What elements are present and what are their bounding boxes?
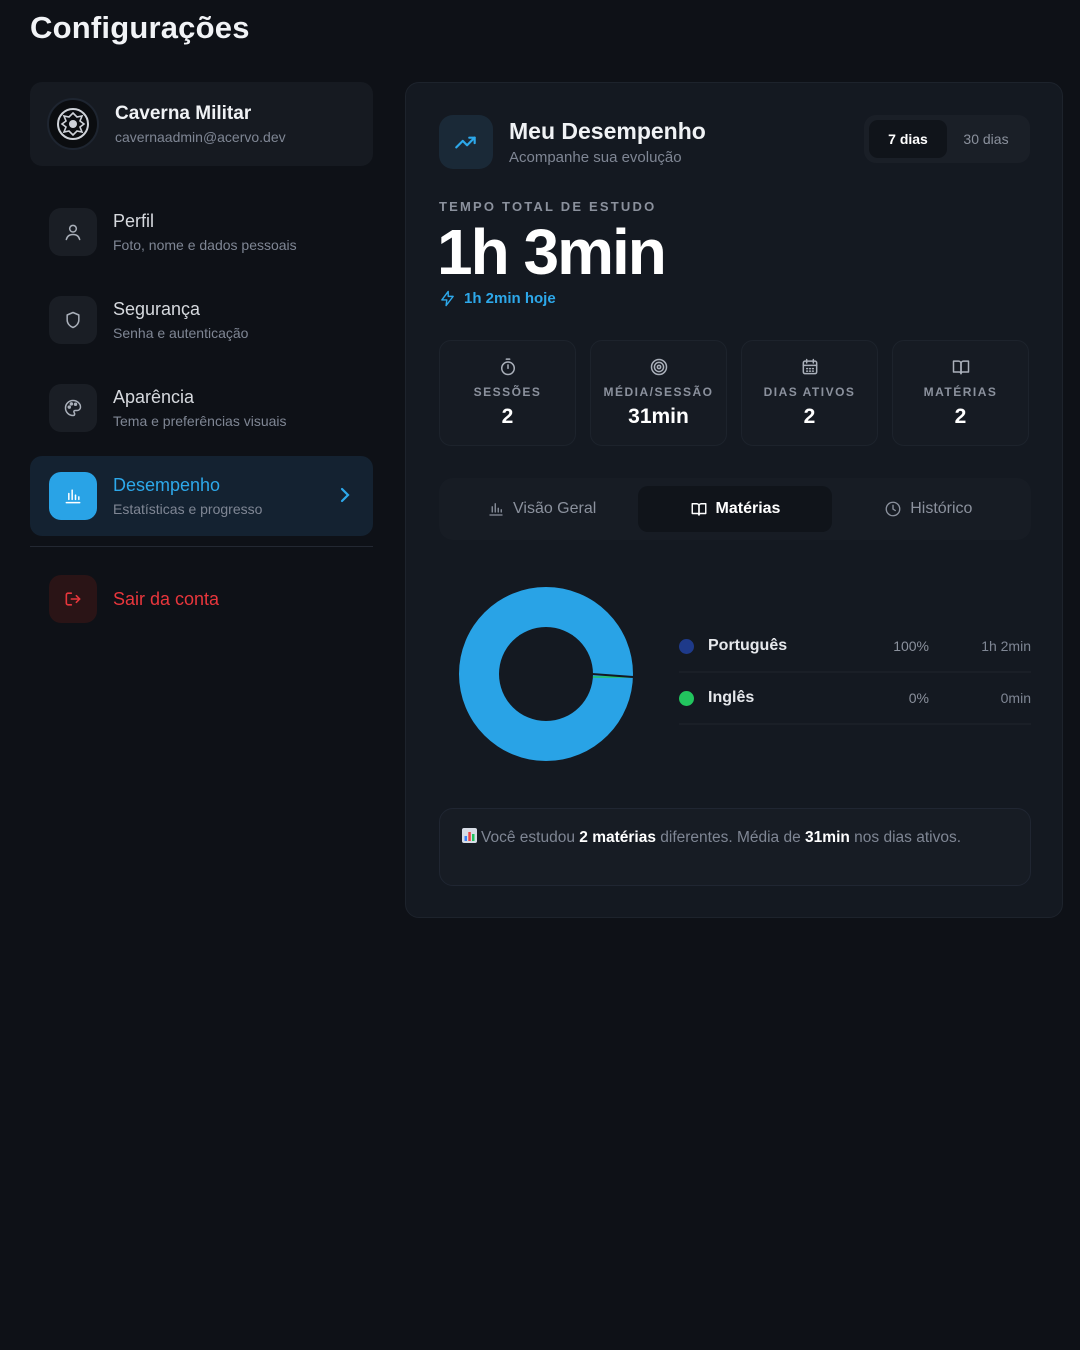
performance-panel: Meu Desempenho Acompanhe sua evolução 7 … xyxy=(405,82,1063,918)
stats-row: SESSÕES 2 MÉDIA/SESSÃO 31min DIAS ATIVOS… xyxy=(439,340,1029,446)
stopwatch-icon xyxy=(500,358,515,376)
sidebar-item-desc: Foto, nome e dados pessoais xyxy=(113,237,297,253)
page-title: Configurações xyxy=(30,10,250,45)
stat-value: 31min xyxy=(628,405,689,428)
range-7-days-button[interactable]: 7 dias xyxy=(869,120,947,158)
range-30-days-button[interactable]: 30 dias xyxy=(947,120,1025,158)
settings-sidebar: Caverna Militar cavernaadmin@acervo.dev … xyxy=(30,82,373,629)
summary-subjects: 2 matérias xyxy=(579,829,656,846)
logout-icon xyxy=(65,592,81,606)
tab-subjects[interactable]: Matérias xyxy=(638,486,832,532)
summary-suffix: nos dias ativos. xyxy=(854,829,962,846)
stat-label: MATÉRIAS xyxy=(923,385,998,399)
subjects-donut-chart xyxy=(458,586,634,762)
stat-card-avg-session: MÉDIA/SESSÃO 31min xyxy=(590,340,727,446)
sidebar-item-label: Desempenho xyxy=(113,475,221,495)
panel-title: Meu Desempenho xyxy=(509,118,706,144)
sidebar-item-seguranca[interactable]: Segurança Senha e autenticação xyxy=(30,280,373,360)
logout-button[interactable]: Sair da conta xyxy=(30,569,373,629)
legend-percent: 100% xyxy=(893,638,929,654)
sidebar-item-perfil[interactable]: Perfil Foto, nome e dados pessoais xyxy=(30,192,373,272)
stat-card-sessions: SESSÕES 2 xyxy=(439,340,576,446)
legend-name: Inglês xyxy=(708,689,755,706)
chevron-right-icon xyxy=(340,487,350,503)
today-time: 1h 2min hoje xyxy=(439,290,556,307)
stat-card-subjects: MATÉRIAS 2 xyxy=(892,340,1029,446)
clock-icon xyxy=(885,501,901,517)
chart-emoji-icon xyxy=(462,828,477,843)
panel-subtitle: Acompanhe sua evolução xyxy=(509,149,682,166)
view-tabs: Visão Geral Matérias Histórico xyxy=(439,478,1031,540)
stat-label: DIAS ATIVOS xyxy=(763,385,856,399)
sidebar-divider xyxy=(30,546,373,547)
stat-value: 2 xyxy=(803,405,816,428)
donut-svg xyxy=(459,586,634,762)
summary-prefix: Você estudou xyxy=(481,829,575,846)
book-icon xyxy=(691,503,706,516)
tab-label: Matérias xyxy=(715,500,781,517)
sidebar-item-desempenho[interactable]: Desempenho Estatísticas e progresso xyxy=(30,456,373,536)
stat-card-active-days: DIAS ATIVOS 2 xyxy=(741,340,878,446)
total-time-value: 1h 3min xyxy=(437,216,667,288)
user-card[interactable]: Caverna Militar cavernaadmin@acervo.dev xyxy=(30,82,373,166)
trending-up-icon xyxy=(455,136,476,149)
tab-label: Visão Geral xyxy=(513,500,597,517)
total-time-label: TEMPO TOTAL DE ESTUDO xyxy=(439,199,657,214)
avatar xyxy=(47,98,99,150)
calendar-icon xyxy=(802,358,817,375)
stat-value: 2 xyxy=(501,405,514,428)
bar-chart-icon xyxy=(489,503,503,516)
sidebar-item-desc: Tema e preferências visuais xyxy=(113,413,287,429)
sidebar-item-label: Perfil xyxy=(113,211,155,231)
tab-history[interactable]: Histórico xyxy=(832,486,1025,532)
summary-middle: diferentes. Média de xyxy=(660,829,801,846)
legend-dot xyxy=(679,638,694,654)
subjects-legend: Português 100% 1h 2min Inglês 0% 0min xyxy=(679,621,1031,725)
tab-label: Histórico xyxy=(910,500,973,517)
user-name: Caverna Militar xyxy=(115,103,252,124)
legend-time: 0min xyxy=(1000,690,1031,706)
range-toggle: 7 dias 30 dias xyxy=(864,115,1030,163)
tab-overview[interactable]: Visão Geral xyxy=(445,486,638,532)
sidebar-item-aparencia[interactable]: Aparência Tema e preferências visuais xyxy=(30,368,373,448)
user-email: cavernaadmin@acervo.dev xyxy=(115,129,286,145)
stat-label: SESSÕES xyxy=(473,385,542,399)
book-icon xyxy=(952,360,969,375)
stat-value: 2 xyxy=(954,405,967,428)
shield-icon xyxy=(66,311,80,329)
legend-name: Português xyxy=(708,637,788,654)
user-icon xyxy=(65,224,81,241)
logout-label: Sair da conta xyxy=(113,588,220,609)
summary-avg: 31min xyxy=(805,829,850,846)
sidebar-item-label: Aparência xyxy=(113,387,195,407)
palette-icon xyxy=(64,399,82,417)
legend-dot xyxy=(679,690,694,706)
lightning-icon xyxy=(441,290,454,307)
donut-slice-0 xyxy=(459,586,633,762)
sidebar-item-desc: Senha e autenticação xyxy=(113,325,249,341)
today-time-text: 1h 2min hoje xyxy=(464,290,556,307)
legend-time: 1h 2min xyxy=(981,638,1031,654)
target-icon xyxy=(650,358,667,376)
lion-logo-icon xyxy=(57,108,89,140)
legend-percent: 0% xyxy=(908,690,929,706)
sidebar-item-label: Segurança xyxy=(113,299,201,319)
legend-row: Português 100% 1h 2min xyxy=(679,621,1031,673)
legend-row: Inglês 0% 0min xyxy=(679,673,1031,725)
bar-chart-icon xyxy=(65,489,81,504)
summary-note: Você estudou 2 matérias diferentes. Médi… xyxy=(439,808,1031,886)
sidebar-item-desc: Estatísticas e progresso xyxy=(113,501,263,517)
stat-label: MÉDIA/SESSÃO xyxy=(603,385,714,399)
